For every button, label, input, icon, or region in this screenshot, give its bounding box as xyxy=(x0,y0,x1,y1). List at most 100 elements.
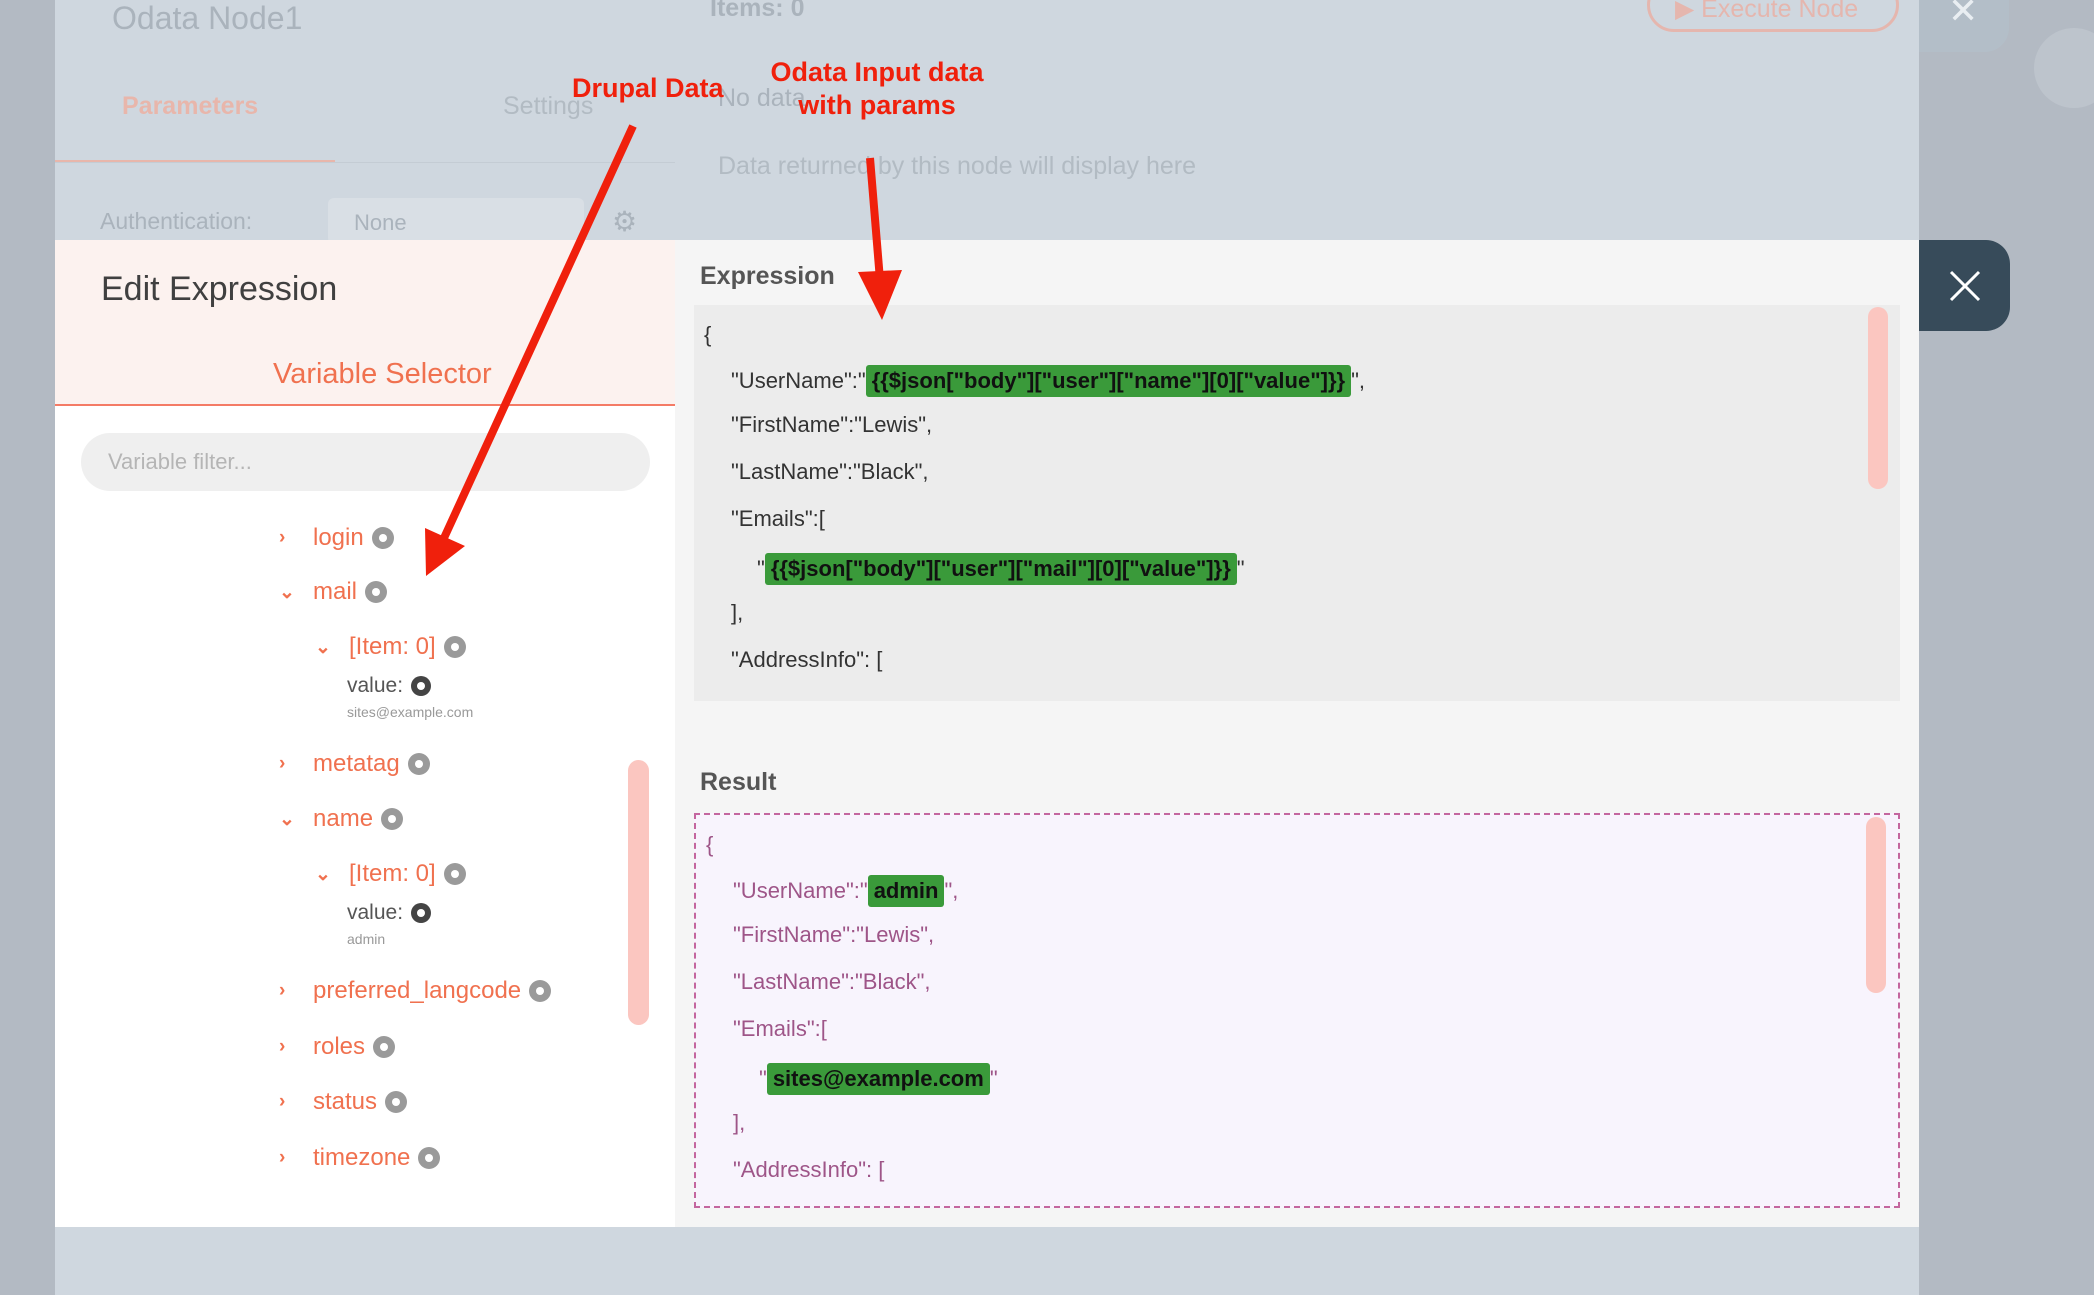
code-text: ", xyxy=(944,878,959,903)
info-dot-icon xyxy=(529,980,552,1002)
code-line: " sites@example.com " xyxy=(759,1063,998,1095)
chevron-right-icon: › xyxy=(279,753,286,774)
code-line: "AddressInfo": [ xyxy=(731,647,883,672)
chevron-right-icon: › xyxy=(279,1036,286,1057)
tree-item-roles[interactable]: › roles xyxy=(279,1033,396,1061)
code-text: ", xyxy=(1351,368,1366,393)
node-title: Odata Node1 xyxy=(112,0,303,36)
tree-item-label: [Item: 0] xyxy=(349,860,436,887)
tree-item-label: mail xyxy=(313,578,358,605)
tree-item-label: metatag xyxy=(313,750,400,777)
info-dot-icon xyxy=(381,808,404,830)
code-line: "Emails":[ xyxy=(731,506,825,531)
chevron-down-icon: ⌄ xyxy=(315,863,331,885)
username-result: admin xyxy=(867,875,945,907)
code-text: "UserName":" xyxy=(731,368,866,393)
info-dot-icon xyxy=(373,1036,396,1058)
result-preview: { "UserName":" admin ", "FirstName":"Lewis… xyxy=(694,813,1900,1208)
chevron-down-icon: ⌄ xyxy=(279,808,295,830)
chevron-right-icon: › xyxy=(279,527,286,548)
code-line: "FirstName":"Lewis", xyxy=(731,412,933,437)
info-dot-icon xyxy=(385,1091,408,1113)
tree-item-preferred-langcode[interactable]: › preferred_langcode xyxy=(279,977,552,1005)
tree-item-status[interactable]: › status xyxy=(279,1088,408,1116)
info-dot-icon xyxy=(371,527,394,549)
annotation-drupal-data: Drupal Data xyxy=(572,73,724,103)
code-line: "LastName":"Black", xyxy=(731,459,929,484)
gear-icon[interactable]: ⚙ xyxy=(612,205,637,238)
code-text: " xyxy=(759,1066,767,1091)
code-line: ], xyxy=(731,600,744,625)
data-returned-hint: Data returned by this node will display … xyxy=(718,152,1197,180)
tree-item-metatag[interactable]: › metatag xyxy=(279,750,430,778)
code-line: { xyxy=(706,832,714,857)
name-value-key[interactable]: value: xyxy=(347,901,432,925)
tree-item-label: login xyxy=(313,524,364,551)
result-label: Result xyxy=(700,768,777,796)
annotation-line: Odata Input data xyxy=(770,57,984,87)
background-circle xyxy=(2034,28,2094,108)
info-dot-icon xyxy=(407,753,430,775)
tree-item-label: timezone xyxy=(313,1144,411,1171)
tree-item-mail[interactable]: ⌄ mail xyxy=(279,578,388,606)
code-line: "LastName":"Black", xyxy=(733,969,931,994)
expression-editor[interactable]: { "UserName":" {{$json["body"]["user"]["n… xyxy=(694,305,1900,701)
items-count: Items: 0 xyxy=(710,0,805,22)
expression-scrollbar[interactable] xyxy=(1868,307,1888,489)
annotation-odata-input: Odata Input data with params xyxy=(762,56,992,122)
email-result: sites@example.com xyxy=(766,1063,990,1095)
leaf-key-label: value: xyxy=(347,901,404,924)
mail-value-key[interactable]: value: xyxy=(347,674,432,698)
close-button[interactable] xyxy=(1919,240,2010,331)
authentication-label: Authentication: xyxy=(100,208,253,234)
info-dot-icon xyxy=(411,676,432,696)
tab-separator xyxy=(55,162,675,163)
code-line: "UserName":" {{$json["body"]["user"]["nam… xyxy=(731,365,1365,397)
result-scrollbar[interactable] xyxy=(1866,817,1886,993)
tree-item-mail-item-0[interactable]: ⌄ [Item: 0] xyxy=(315,633,466,661)
code-line: "UserName":" admin ", xyxy=(733,875,958,907)
chevron-down-icon: ⌄ xyxy=(279,581,295,603)
info-dot-icon xyxy=(418,1147,441,1169)
info-dot-icon xyxy=(365,581,388,603)
modal-title: Edit Expression xyxy=(101,270,338,308)
execute-node-label: ▶ Execute Node xyxy=(1675,0,1858,24)
edit-expression-modal: Edit Expression Variable Selector › logi… xyxy=(55,240,1919,1227)
variable-filter-input[interactable] xyxy=(81,433,650,491)
tree-item-label: roles xyxy=(313,1033,366,1060)
code-line: "FirstName":"Lewis", xyxy=(733,922,935,947)
code-line: { xyxy=(704,322,712,347)
authentication-value: None xyxy=(354,210,407,235)
code-line: "AddressInfo": [ xyxy=(733,1157,885,1182)
leaf-key-label: value: xyxy=(347,674,404,697)
tree-item-login[interactable]: › login xyxy=(279,524,394,552)
tree-item-label: status xyxy=(313,1088,378,1115)
username-expression: {{$json["body"]["user"]["name"][0]["valu… xyxy=(865,365,1352,397)
chevron-down-icon: ⌄ xyxy=(315,636,331,658)
tree-item-label: preferred_langcode xyxy=(313,977,522,1004)
code-text: "UserName":" xyxy=(733,878,868,903)
code-line: ], xyxy=(733,1110,746,1135)
execute-node-text: Execute Node xyxy=(1701,0,1859,23)
expression-label: Expression xyxy=(700,262,835,290)
code-line: " {{$json["body"]["user"]["mail"][0]["val… xyxy=(757,553,1245,585)
tree-item-label: name xyxy=(313,805,374,832)
bottom-strip xyxy=(55,1227,1919,1295)
variable-selector-pane: Edit Expression Variable Selector › logi… xyxy=(55,240,675,1227)
tree-item-name[interactable]: ⌄ name xyxy=(279,805,404,833)
tab-underline xyxy=(55,404,675,406)
info-dot-icon xyxy=(411,903,432,923)
email-expression: {{$json["body"]["user"]["mail"][0]["valu… xyxy=(764,553,1237,585)
tab-variable-selector[interactable]: Variable Selector xyxy=(273,358,492,391)
tab-parameters[interactable]: Parameters xyxy=(122,92,258,121)
annotation-line: with params xyxy=(798,90,956,120)
chevron-right-icon: › xyxy=(279,980,286,1001)
tree-item-label: [Item: 0] xyxy=(349,633,436,660)
variable-list-scrollbar[interactable] xyxy=(628,760,649,1025)
info-dot-icon xyxy=(443,863,466,885)
close-icon: ✕ xyxy=(1948,0,1979,31)
tree-item-name-item-0[interactable]: ⌄ [Item: 0] xyxy=(315,860,466,888)
mail-value: sites@example.com xyxy=(347,704,474,720)
tree-item-timezone[interactable]: › timezone xyxy=(279,1144,441,1172)
close-icon xyxy=(1949,270,1980,301)
